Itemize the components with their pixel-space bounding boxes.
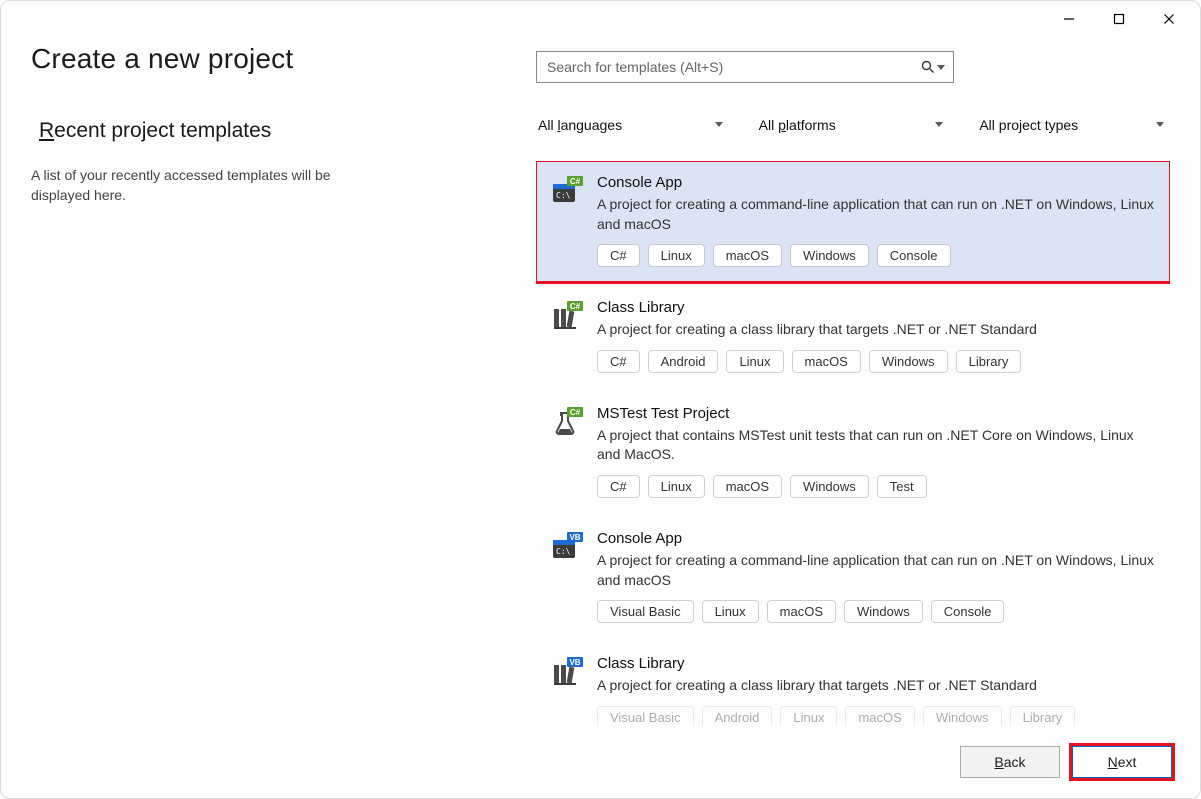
template-tag: C# [597,350,640,373]
template-description: A project for creating a class library t… [597,320,1159,340]
template-item[interactable]: C# MSTest Test Project A project that cont… [536,392,1170,513]
back-button[interactable]: Back [960,746,1060,778]
template-tag: macOS [713,244,782,267]
close-button[interactable] [1146,4,1192,34]
template-tag: Library [1010,706,1076,726]
template-title: Class Library [597,299,1159,316]
template-tag: Windows [844,600,923,623]
svg-text:VB: VB [569,658,580,667]
chevron-down-icon [937,65,945,70]
search-icon[interactable] [921,60,945,74]
template-title: Console App [597,530,1159,547]
template-tag: macOS [713,475,782,498]
template-tag: Windows [790,475,869,498]
template-tag: Test [877,475,927,498]
template-tag: Library [956,350,1022,373]
template-tag: Linux [648,244,705,267]
search-input[interactable] [547,59,921,75]
chevron-down-icon [715,122,723,127]
template-item[interactable]: C:\ C# Console App A project for creating a… [536,161,1170,282]
minimize-button[interactable] [1046,4,1092,34]
template-icon: C:\ VB [551,532,583,564]
template-item[interactable]: C:\ VB Console App A project for creating a… [536,517,1170,638]
filter-language[interactable]: All languages [536,111,729,139]
template-item[interactable]: C# Class Library A project for creating a … [536,286,1170,388]
titlebar [1,1,1200,37]
template-tag: Linux [726,350,783,373]
svg-text:C#: C# [570,408,581,417]
template-description: A project that contains MSTest unit test… [597,426,1159,465]
template-title: Console App [597,174,1159,191]
template-tag: Console [931,600,1005,623]
template-tag: C# [597,244,640,267]
template-tag: Linux [648,475,705,498]
template-tag: Linux [780,706,837,726]
svg-text:C:\: C:\ [556,547,571,556]
template-icon: C# [551,301,583,333]
template-tag: Console [877,244,951,267]
template-tag: Linux [702,600,759,623]
template-list[interactable]: C:\ C# Console App A project for creating a… [536,161,1170,726]
template-description: A project for creating a command-line ap… [597,195,1159,234]
template-icon: C:\ C# [551,176,583,208]
template-tag: Android [648,350,719,373]
template-tag: Windows [869,350,948,373]
template-search[interactable] [536,51,954,83]
template-tag: C# [597,475,640,498]
chevron-down-icon [935,122,943,127]
svg-text:C:\: C:\ [556,191,571,200]
recent-empty-text: A list of your recently accessed templat… [31,165,351,206]
template-description: A project for creating a command-line ap… [597,551,1159,590]
template-tag: Visual Basic [597,600,694,623]
filter-platform[interactable]: All platforms [757,111,950,139]
svg-text:C#: C# [570,177,581,186]
recent-templates-heading: Recent project templates [31,119,536,143]
template-tag: Windows [923,706,1002,726]
template-tag: macOS [767,600,836,623]
template-tag: macOS [792,350,861,373]
next-button[interactable]: Next [1072,746,1172,778]
template-item[interactable]: VB Class Library A project for creating a … [536,642,1170,726]
template-title: MSTest Test Project [597,405,1159,422]
template-tag: Windows [790,244,869,267]
page-title: Create a new project [31,43,536,75]
template-title: Class Library [597,655,1159,672]
filter-project-type[interactable]: All project types [977,111,1170,139]
template-tag: macOS [845,706,914,726]
template-icon: VB [551,657,583,689]
template-description: A project for creating a class library t… [597,676,1159,696]
chevron-down-icon [1156,122,1164,127]
template-tag: Android [702,706,773,726]
maximize-button[interactable] [1096,4,1142,34]
template-tag: Visual Basic [597,706,694,726]
svg-text:VB: VB [569,533,580,542]
svg-text:C#: C# [570,302,581,311]
template-icon: C# [551,407,583,439]
